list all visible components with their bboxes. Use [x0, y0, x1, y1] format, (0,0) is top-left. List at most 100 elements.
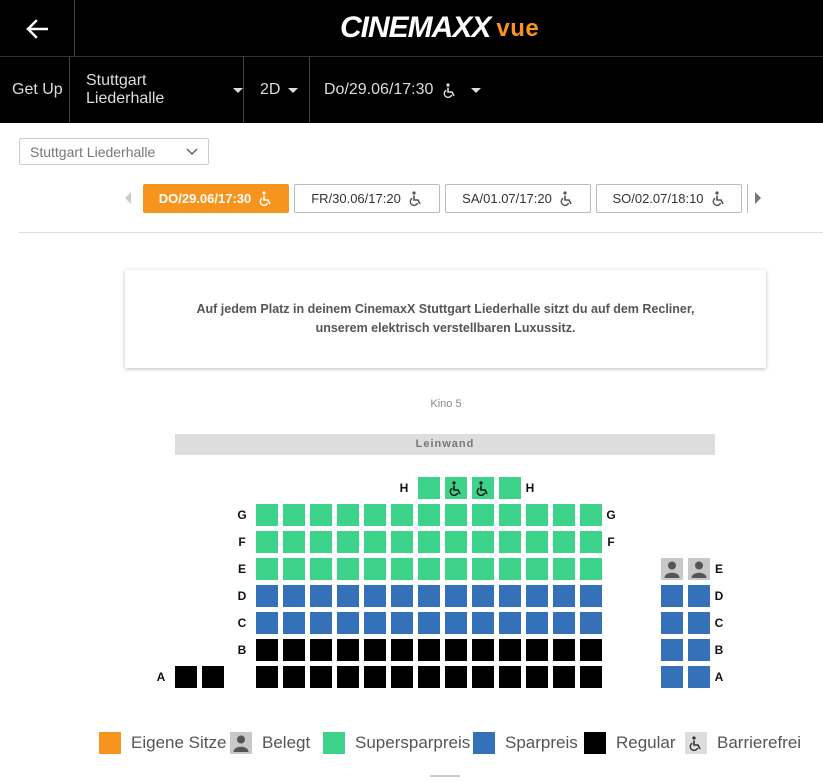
seat-G-12[interactable] [553, 504, 575, 526]
nav-film[interactable]: Get Up [0, 57, 70, 123]
seat-H-3[interactable] [472, 477, 494, 499]
seat-H-1[interactable] [418, 477, 440, 499]
seat-B-12[interactable] [553, 639, 575, 661]
seat-E-9[interactable] [472, 558, 494, 580]
seat-D-4[interactable] [337, 585, 359, 607]
seat-B-8[interactable] [445, 639, 467, 661]
seat-G-5[interactable] [364, 504, 386, 526]
seat-D-11[interactable] [526, 585, 548, 607]
seat-C-R1[interactable] [661, 612, 683, 634]
seat-A-11[interactable] [526, 666, 548, 688]
seat-C-5[interactable] [364, 612, 386, 634]
nav-format-dropdown[interactable]: 2D [244, 57, 310, 123]
seat-E-4[interactable] [337, 558, 359, 580]
nav-showtime-dropdown[interactable]: Do/29.06/17:30 [310, 57, 510, 123]
seat-C-6[interactable] [391, 612, 413, 634]
seat-C-7[interactable] [418, 612, 440, 634]
prev-dates-arrow[interactable] [125, 192, 131, 204]
seat-D-13[interactable] [580, 585, 602, 607]
seat-E-5[interactable] [364, 558, 386, 580]
seat-D-2[interactable] [283, 585, 305, 607]
seat-E-12[interactable] [553, 558, 575, 580]
seat-G-11[interactable] [526, 504, 548, 526]
seat-F-3[interactable] [310, 531, 332, 553]
seat-G-13[interactable] [580, 504, 602, 526]
seat-G-7[interactable] [418, 504, 440, 526]
seat-B-5[interactable] [364, 639, 386, 661]
seat-B-7[interactable] [418, 639, 440, 661]
seat-F-7[interactable] [418, 531, 440, 553]
seat-F-11[interactable] [526, 531, 548, 553]
seat-A-1[interactable] [256, 666, 278, 688]
seat-D-9[interactable] [472, 585, 494, 607]
seat-F-10[interactable] [499, 531, 521, 553]
seat-D-5[interactable] [364, 585, 386, 607]
seat-F-2[interactable] [283, 531, 305, 553]
seat-B-4[interactable] [337, 639, 359, 661]
seat-G-10[interactable] [499, 504, 521, 526]
seat-A-L1[interactable] [175, 666, 197, 688]
next-dates-arrow[interactable] [755, 192, 761, 204]
date-pill[interactable]: FR/30.06/17:20 [294, 184, 440, 213]
seat-E-10[interactable] [499, 558, 521, 580]
seat-D-R2[interactable] [688, 585, 710, 607]
seat-B-2[interactable] [283, 639, 305, 661]
seat-A-L2[interactable] [202, 666, 224, 688]
date-pill[interactable]: SO/02.07/18:10 [596, 184, 742, 213]
seat-B-R1[interactable] [661, 639, 683, 661]
seat-C-9[interactable] [472, 612, 494, 634]
seat-E-11[interactable] [526, 558, 548, 580]
seat-E-8[interactable] [445, 558, 467, 580]
seat-D-7[interactable] [418, 585, 440, 607]
seat-A-R1[interactable] [661, 666, 683, 688]
seat-F-1[interactable] [256, 531, 278, 553]
seat-A-8[interactable] [445, 666, 467, 688]
seat-D-3[interactable] [310, 585, 332, 607]
seat-G-1[interactable] [256, 504, 278, 526]
seat-A-9[interactable] [472, 666, 494, 688]
seat-G-6[interactable] [391, 504, 413, 526]
seat-C-2[interactable] [283, 612, 305, 634]
seat-A-2[interactable] [283, 666, 305, 688]
seat-A-7[interactable] [418, 666, 440, 688]
seat-C-12[interactable] [553, 612, 575, 634]
seat-B-9[interactable] [472, 639, 494, 661]
seat-B-R2[interactable] [688, 639, 710, 661]
seat-G-3[interactable] [310, 504, 332, 526]
seat-C-R2[interactable] [688, 612, 710, 634]
seat-H-4[interactable] [499, 477, 521, 499]
seat-C-4[interactable] [337, 612, 359, 634]
seat-B-3[interactable] [310, 639, 332, 661]
seat-B-13[interactable] [580, 639, 602, 661]
seat-B-10[interactable] [499, 639, 521, 661]
seat-F-5[interactable] [364, 531, 386, 553]
seat-D-8[interactable] [445, 585, 467, 607]
seat-E-7[interactable] [418, 558, 440, 580]
seat-B-11[interactable] [526, 639, 548, 661]
seat-C-11[interactable] [526, 612, 548, 634]
date-pill[interactable]: DO/29.06/17:30 [143, 184, 289, 213]
seat-D-6[interactable] [391, 585, 413, 607]
seat-D-10[interactable] [499, 585, 521, 607]
seat-A-4[interactable] [337, 666, 359, 688]
date-pill[interactable]: SA/01.07/17:20 [445, 184, 591, 213]
seat-A-6[interactable] [391, 666, 413, 688]
back-button[interactable] [0, 0, 75, 57]
seat-A-13[interactable] [580, 666, 602, 688]
seat-C-13[interactable] [580, 612, 602, 634]
seat-F-12[interactable] [553, 531, 575, 553]
seat-F-8[interactable] [445, 531, 467, 553]
seat-F-4[interactable] [337, 531, 359, 553]
seat-C-10[interactable] [499, 612, 521, 634]
seat-C-1[interactable] [256, 612, 278, 634]
seat-G-8[interactable] [445, 504, 467, 526]
cinema-select[interactable]: Stuttgart Liederhalle [19, 138, 209, 165]
seat-A-5[interactable] [364, 666, 386, 688]
seat-G-2[interactable] [283, 504, 305, 526]
seat-A-12[interactable] [553, 666, 575, 688]
seat-D-12[interactable] [553, 585, 575, 607]
nav-cinema-dropdown[interactable]: Stuttgart Liederhalle [70, 57, 244, 123]
seat-A-3[interactable] [310, 666, 332, 688]
seat-B-1[interactable] [256, 639, 278, 661]
seat-H-2[interactable] [445, 477, 467, 499]
